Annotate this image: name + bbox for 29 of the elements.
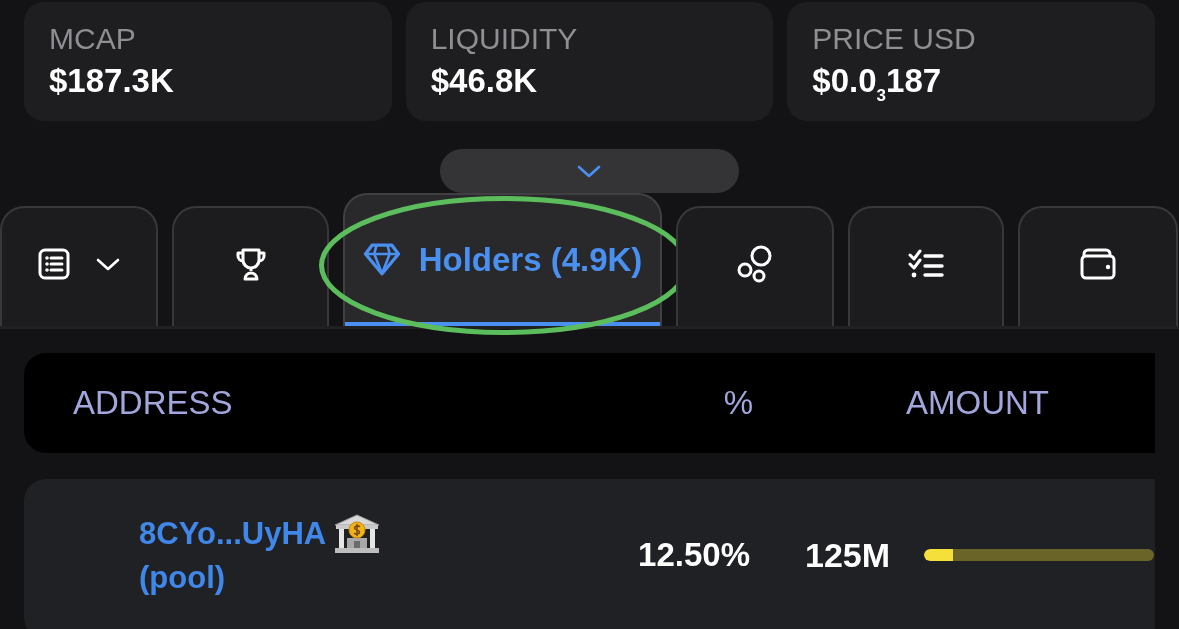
- address-link[interactable]: 8CYo...UyHA: [139, 516, 327, 552]
- percent-cell: 12.50%: [638, 535, 750, 575]
- column-header: ADDRESS: [72, 383, 233, 423]
- wallet-icon: [1080, 248, 1116, 280]
- bank-icon: [334, 514, 381, 554]
- stat-value: $46.8K: [430, 62, 538, 100]
- bubbles-icon: [737, 245, 773, 283]
- tab[interactable]: [676, 206, 834, 326]
- stat-label: LIQUIDITY: [430, 22, 578, 56]
- tab[interactable]: [0, 206, 158, 326]
- column-header: %: [723, 383, 753, 423]
- diamond-icon: [362, 243, 401, 276]
- stat-value: $0.0$_{3}$187: [812, 62, 942, 100]
- chevron-icon: [96, 257, 120, 271]
- tab[interactable]: Holders (4.9K): [343, 193, 662, 326]
- checklist-icon: [908, 249, 944, 279]
- tab[interactable]: [1018, 206, 1178, 326]
- tab-label: Holders (4.9K): [418, 240, 643, 279]
- tab[interactable]: [848, 206, 1004, 326]
- amount-cell: 125M: [805, 535, 891, 575]
- chevron-icon: [577, 164, 601, 178]
- column-header: AMOUNT: [906, 383, 1049, 423]
- expand-toggle[interactable]: [439, 149, 739, 193]
- stat-label: MCAP: [49, 22, 136, 56]
- stat-label: PRICE USD: [812, 22, 976, 56]
- stat-value: $187.3K: [49, 62, 174, 100]
- list-icon: [38, 248, 70, 280]
- tab[interactable]: [172, 206, 329, 326]
- address-tag[interactable]: (pool): [139, 560, 226, 596]
